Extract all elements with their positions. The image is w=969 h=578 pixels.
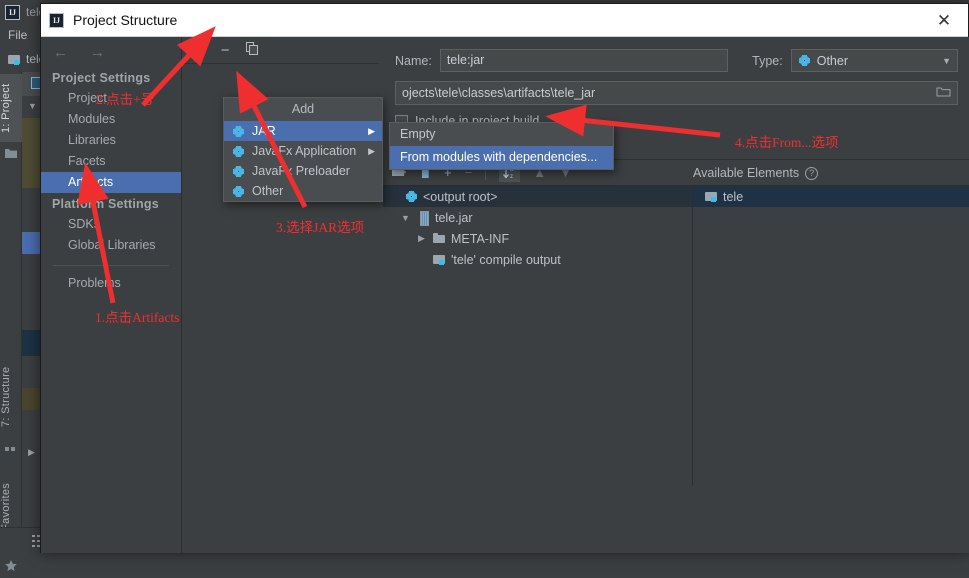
- tree-row[interactable]: 'tele' compile output: [383, 249, 692, 270]
- menu-item-label: JavaFx Application: [252, 144, 356, 158]
- copy-icon[interactable]: [246, 42, 259, 58]
- svg-text:z: z: [510, 174, 513, 179]
- menu-item-file[interactable]: File: [8, 28, 27, 42]
- dialog-titlebar: IJ Project Structure ✕: [41, 4, 968, 37]
- chevron-down-icon: ▼: [942, 56, 951, 66]
- tree-twisty[interactable]: ▶: [415, 233, 428, 244]
- artifact-icon: [405, 190, 418, 203]
- menu-item-from-modules-with-dependencies[interactable]: From modules with dependencies...: [390, 146, 613, 169]
- tree-row-label: META-INF: [451, 232, 509, 246]
- annotation-4: 4.点击From...选项: [735, 131, 839, 151]
- intellij-logo-icon: IJ: [49, 13, 64, 28]
- annotation-1: 1.点击Artifacts: [95, 306, 179, 326]
- menu-item-javafx-application[interactable]: JavaFx Application ▶: [224, 141, 382, 161]
- menu-item-other[interactable]: Other: [224, 181, 382, 201]
- type-select-value: Other: [817, 54, 848, 68]
- menu-item-jar[interactable]: JAR ▶: [224, 121, 382, 141]
- name-row: Name: tele:jar Type: Other ▼: [383, 37, 969, 72]
- sidebar-item-project[interactable]: 1: Project: [0, 74, 22, 142]
- sidebar-divider: [53, 265, 169, 266]
- tree-twisty[interactable]: ▼: [399, 213, 412, 223]
- tree-row[interactable]: <output root>: [383, 186, 692, 207]
- chevron-right-icon: ▶: [368, 146, 375, 157]
- tree-row-label: tele.jar: [435, 211, 473, 225]
- module-icon: [8, 53, 21, 66]
- dialog-sidebar: ← → Project Settings Project Modules Lib…: [41, 37, 182, 553]
- sidebar-item-modules[interactable]: Modules: [41, 109, 181, 130]
- menu-item-label: JavaFx Preloader: [252, 164, 350, 178]
- artifact-icon: [232, 125, 245, 138]
- dialog-body: ← → Project Settings Project Modules Lib…: [41, 37, 968, 553]
- add-artifact-menu: Add JAR ▶ JavaFx Application ▶ JavaFx Pr…: [223, 97, 383, 202]
- dialog-title: Project Structure: [73, 12, 177, 28]
- star-icon: [4, 559, 18, 573]
- menu-item-empty[interactable]: Empty: [390, 123, 613, 146]
- forward-icon[interactable]: →: [90, 44, 105, 61]
- add-button[interactable]: +: [196, 43, 205, 58]
- help-icon[interactable]: ?: [805, 167, 818, 180]
- artifact-icon: [232, 185, 245, 198]
- tree-row[interactable]: tele: [693, 186, 969, 207]
- sidebar-item-structure[interactable]: 7: Structure: [0, 357, 22, 437]
- menu-item-label: Other: [252, 184, 283, 198]
- artifacts-toolbar: + −: [183, 37, 379, 64]
- output-layout-tree: <output root> ▼ tele.jar ▶ META-INF: [383, 186, 693, 486]
- name-input[interactable]: tele:jar: [440, 49, 728, 72]
- tree-row[interactable]: ▼ tele.jar: [383, 207, 692, 228]
- chevron-right-icon: ▶: [368, 126, 375, 137]
- intellij-logo-icon: IJ: [5, 5, 20, 20]
- folder-icon: [4, 146, 18, 160]
- module-icon: [705, 190, 718, 203]
- artifact-icon: [232, 145, 245, 158]
- artifact-editor-panel: Name: tele:jar Type: Other ▼ ojects\tele…: [383, 37, 969, 553]
- tree-row[interactable]: ▶ META-INF: [383, 228, 692, 249]
- annotation-2: 2.点击+号: [96, 88, 154, 108]
- available-elements-header: Available Elements ?: [693, 160, 818, 186]
- back-icon[interactable]: ←: [53, 44, 68, 61]
- sidebar-item-libraries[interactable]: Libraries: [41, 130, 181, 151]
- folder-icon: [433, 232, 446, 245]
- module-icon: [433, 253, 446, 266]
- output-directory-value: ojects\tele\classes\artifacts\tele_jar: [402, 86, 595, 100]
- tree-row-label: tele: [723, 190, 743, 204]
- sidebar-navigation: ← →: [41, 37, 181, 67]
- annotation-3: 3.选择JAR选项: [276, 216, 364, 236]
- jar-submenu: Empty From modules with dependencies...: [389, 122, 614, 170]
- sidebar-item-facets[interactable]: Facets: [41, 151, 181, 172]
- sidebar-item-artifacts[interactable]: Artifacts: [41, 172, 181, 193]
- output-directory-row: ojects\tele\classes\artifacts\tele_jar: [383, 72, 969, 105]
- folder-open-icon[interactable]: [936, 85, 951, 101]
- name-label: Name:: [395, 54, 432, 68]
- sidebar-item-problems[interactable]: Problems: [41, 273, 181, 294]
- artifact-icon: [798, 54, 811, 67]
- close-icon[interactable]: ✕: [928, 5, 960, 35]
- jar-icon: [417, 211, 430, 224]
- artifact-icon: [232, 165, 245, 178]
- structure-icon: [4, 442, 18, 456]
- layout-panes: <output root> ▼ tele.jar ▶ META-INF: [383, 186, 969, 486]
- remove-button[interactable]: −: [221, 43, 230, 58]
- type-label: Type:: [752, 54, 783, 68]
- tree-row-label: <output root>: [423, 190, 497, 204]
- type-select[interactable]: Other ▼: [791, 49, 958, 72]
- menu-item-label: JAR: [252, 124, 276, 138]
- available-elements-tree: tele: [693, 186, 969, 486]
- tool-window-strip: 1: Project 7: Structure 2: Favorites: [0, 72, 22, 553]
- available-elements-label: Available Elements: [693, 166, 799, 180]
- sidebar-item-sdks[interactable]: SDKs: [41, 214, 181, 235]
- sidebar-group-header: Platform Settings: [41, 193, 181, 214]
- sidebar-item-global-libraries[interactable]: Global Libraries: [41, 235, 181, 256]
- project-structure-dialog: IJ Project Structure ✕ ← → Project Setti…: [40, 3, 969, 553]
- menu-item-javafx-preloader[interactable]: JavaFx Preloader: [224, 161, 382, 181]
- sidebar-group-header: Project Settings: [41, 67, 181, 88]
- output-directory-input[interactable]: ojects\tele\classes\artifacts\tele_jar: [395, 81, 958, 105]
- add-menu-title: Add: [224, 98, 382, 121]
- tree-row-label: 'tele' compile output: [451, 253, 561, 267]
